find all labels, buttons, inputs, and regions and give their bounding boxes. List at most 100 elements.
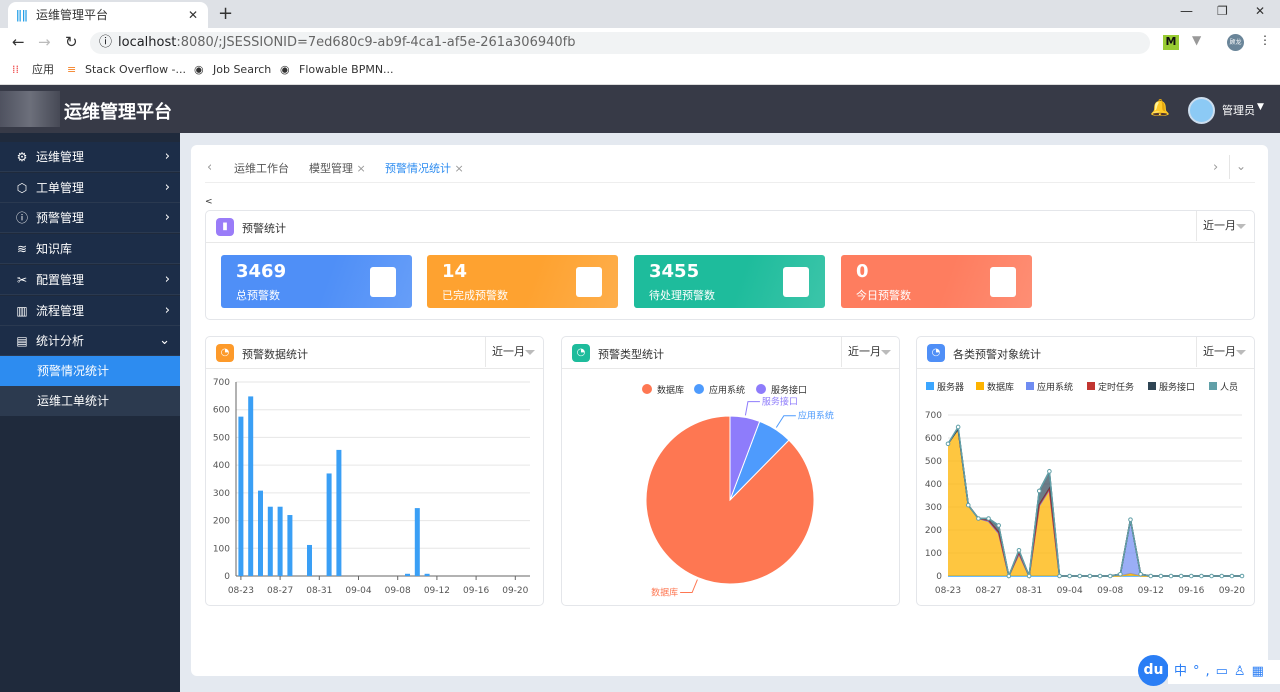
legend-label: 数据库 (987, 381, 1014, 393)
bar-09-09 (405, 573, 410, 576)
x-tick-label: 09-04 (345, 586, 371, 596)
point (976, 516, 981, 521)
y-tick-label: 200 (213, 517, 230, 527)
point (1138, 571, 1143, 577)
x-tick-label: 09-08 (1097, 586, 1123, 596)
x-tick-label: 09-20 (1219, 586, 1245, 596)
point (1067, 573, 1072, 579)
bar-09-10 (414, 508, 420, 576)
pie-label: 服务接口 (762, 396, 798, 408)
point (1118, 571, 1123, 577)
y-tick-label: 300 (925, 503, 942, 513)
legend-marker (1087, 382, 1095, 390)
x-tick-label: 09-04 (1057, 586, 1083, 596)
charts-layer: 0 100 200 300 400 500 600 700 08-23 08-27 08-31 09-… (213, 378, 1245, 599)
legend-marker (976, 382, 984, 390)
legend-marker (756, 384, 766, 394)
ime-toolbar[interactable]: 中°,▭♙▦ (1168, 660, 1280, 684)
pie-label: 应用系统 (798, 410, 834, 422)
legend-marker (926, 382, 934, 390)
point (1077, 573, 1083, 579)
bar-09-02 (336, 449, 342, 576)
x-tick-label: 09-20 (502, 586, 528, 596)
y-tick-label: 100 (213, 544, 230, 554)
pie-label-line (680, 579, 698, 594)
bar-08-30 (307, 544, 312, 576)
legend-marker (1148, 382, 1156, 390)
legend-marker (642, 384, 652, 394)
y-tick-label: 400 (925, 480, 942, 490)
area-数据库 (948, 428, 1242, 576)
baidu-ime-icon[interactable]: du (1138, 655, 1169, 686)
y-tick-label: 100 (925, 549, 942, 559)
x-tick-label: 08-23 (935, 586, 961, 596)
bar-08-26 (267, 506, 273, 576)
legend-label: 数据库 (657, 384, 684, 396)
x-tick-label: 08-31 (306, 586, 332, 596)
bar-08-24 (248, 396, 254, 576)
legend-label: 服务接口 (771, 384, 807, 396)
point (1016, 547, 1022, 553)
point (955, 424, 961, 430)
bar-09-01 (326, 473, 332, 576)
bar-08-25 (258, 490, 263, 576)
point (1128, 517, 1133, 522)
x-tick-label: 09-12 (424, 586, 450, 596)
point (1006, 573, 1012, 579)
x-tick-label: 09-08 (385, 586, 411, 596)
legend-label: 服务接口 (1159, 381, 1195, 393)
bar-08-27 (277, 506, 283, 576)
point (1168, 573, 1174, 579)
y-tick-label: 0 (936, 572, 942, 582)
legend-label: 应用系统 (1037, 381, 1073, 393)
point (1178, 573, 1184, 579)
legend-label: 应用系统 (709, 384, 745, 396)
point (1026, 573, 1032, 579)
y-tick-label: 200 (925, 526, 942, 536)
point (986, 516, 991, 521)
y-tick-label: 500 (213, 433, 230, 443)
legend-marker (1209, 382, 1217, 390)
pie-label: 数据库 (651, 587, 678, 599)
point (945, 441, 951, 447)
point (1158, 573, 1164, 579)
point (1107, 573, 1113, 579)
y-tick-label: 700 (925, 411, 942, 421)
pie-label-line (744, 401, 760, 416)
y-tick-label: 0 (224, 572, 230, 582)
legend-label: 服务器 (937, 381, 964, 393)
point (1148, 573, 1154, 579)
x-tick-label: 08-31 (1016, 586, 1042, 596)
point (1097, 573, 1103, 579)
y-tick-label: 600 (213, 406, 230, 416)
bar-08-23 (238, 416, 244, 576)
pie-label-line (775, 415, 796, 428)
y-tick-label: 500 (925, 457, 942, 467)
bar-09-11 (424, 573, 430, 576)
x-tick-label: 09-16 (1178, 586, 1204, 596)
x-tick-label: 09-16 (463, 586, 489, 596)
y-tick-label: 300 (213, 489, 230, 499)
y-tick-label: 400 (213, 461, 230, 471)
legend-marker (694, 384, 704, 394)
x-tick-label: 08-27 (975, 586, 1001, 596)
point (1219, 573, 1225, 579)
bar-08-28 (287, 515, 293, 576)
y-tick-label: 600 (925, 434, 942, 444)
point (1047, 469, 1052, 474)
point (1057, 573, 1062, 579)
legend-label: 人员 (1220, 382, 1238, 393)
point (1036, 488, 1042, 494)
x-tick-label: 08-27 (267, 586, 293, 596)
point (1209, 573, 1214, 579)
x-tick-label: 09-12 (1138, 586, 1164, 596)
point (996, 523, 1001, 528)
point (1199, 573, 1204, 579)
point (1239, 573, 1245, 579)
legend-label: 定时任务 (1098, 381, 1134, 393)
point (1087, 573, 1093, 579)
legend-marker (1026, 382, 1034, 390)
x-tick-label: 08-23 (228, 586, 254, 596)
y-tick-label: 700 (213, 378, 230, 388)
point (1189, 573, 1194, 579)
